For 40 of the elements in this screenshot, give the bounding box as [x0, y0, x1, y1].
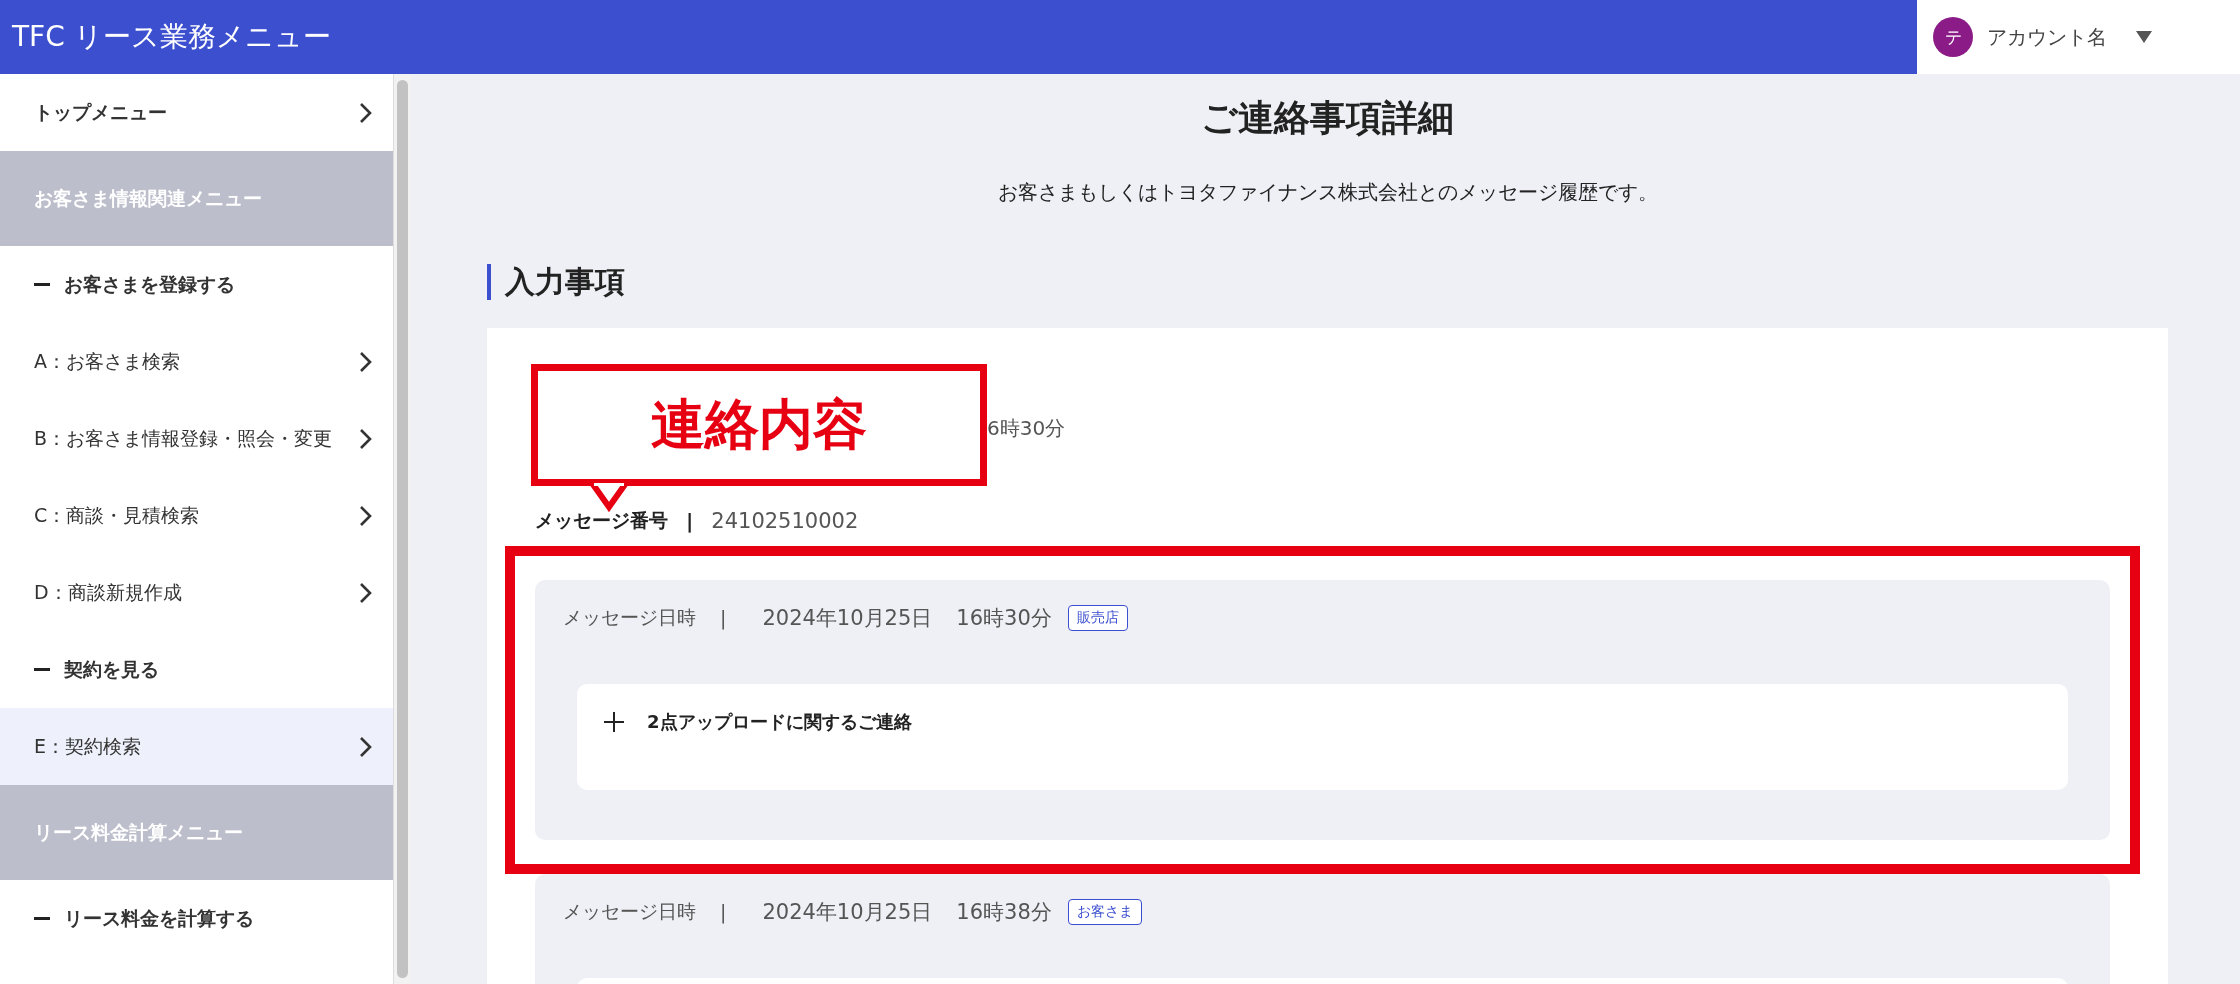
sidebar-group-label: 契約を見る	[64, 656, 159, 682]
separator-text: |	[720, 901, 727, 923]
message-date-label: メッセージ日時	[563, 899, 696, 924]
dash-icon	[34, 282, 50, 287]
caret-icon	[2135, 30, 2153, 44]
avatar: テ	[1933, 17, 1973, 57]
sidebar-section-header: お客さま情報関連メニュー	[0, 151, 393, 246]
sidebar-group-label: リース料金を計算する	[64, 905, 254, 931]
dash-icon	[34, 916, 50, 921]
sidebar-item[interactable]: E：契約検索	[0, 708, 393, 785]
chevron-right-icon	[359, 101, 373, 124]
message-time-text: 6時30分	[987, 415, 1066, 442]
separator-text: |	[686, 509, 694, 533]
message-time: 16時38分	[956, 899, 1052, 926]
chevron-right-icon	[359, 427, 373, 450]
chevron-right-icon	[359, 350, 373, 373]
dash-icon	[34, 667, 50, 672]
callout-pointer	[589, 483, 629, 513]
message-date-label: メッセージ日時	[563, 605, 696, 630]
chevron-right-icon	[359, 504, 373, 527]
message-date: 2024年10月25日	[762, 605, 933, 632]
account-name: アカウント名	[1987, 23, 2107, 51]
page-description: お客さまもしくはトヨタファイナンス株式会社とのメッセージ履歴です。	[997, 179, 1658, 206]
sidebar-group-label: お客さまを登録する	[64, 271, 235, 297]
sidebar-section-header: リース料金計算メニュー	[0, 785, 393, 880]
sender-tag: 販売店	[1067, 605, 1128, 631]
plus-icon[interactable]	[603, 711, 625, 733]
message-number-value: 24102510002	[711, 509, 859, 533]
account-menu[interactable]: テ アカウント名	[1917, 0, 2240, 74]
chevron-right-icon	[359, 735, 373, 758]
app-title: TFC リース業務メニュー	[11, 19, 332, 55]
chevron-right-icon	[359, 581, 373, 604]
message-time: 16時30分	[956, 605, 1052, 632]
scrollbar[interactable]	[393, 74, 411, 984]
message-date: 2024年10月25日	[762, 899, 933, 926]
separator-text: |	[720, 607, 727, 629]
message-subject[interactable]: 2点アップロードに関するご連絡	[647, 710, 912, 734]
sender-tag: お客さま	[1067, 899, 1142, 925]
page-title: ご連絡事項詳細	[1201, 96, 1454, 140]
section-heading: 入力事項	[487, 264, 625, 300]
